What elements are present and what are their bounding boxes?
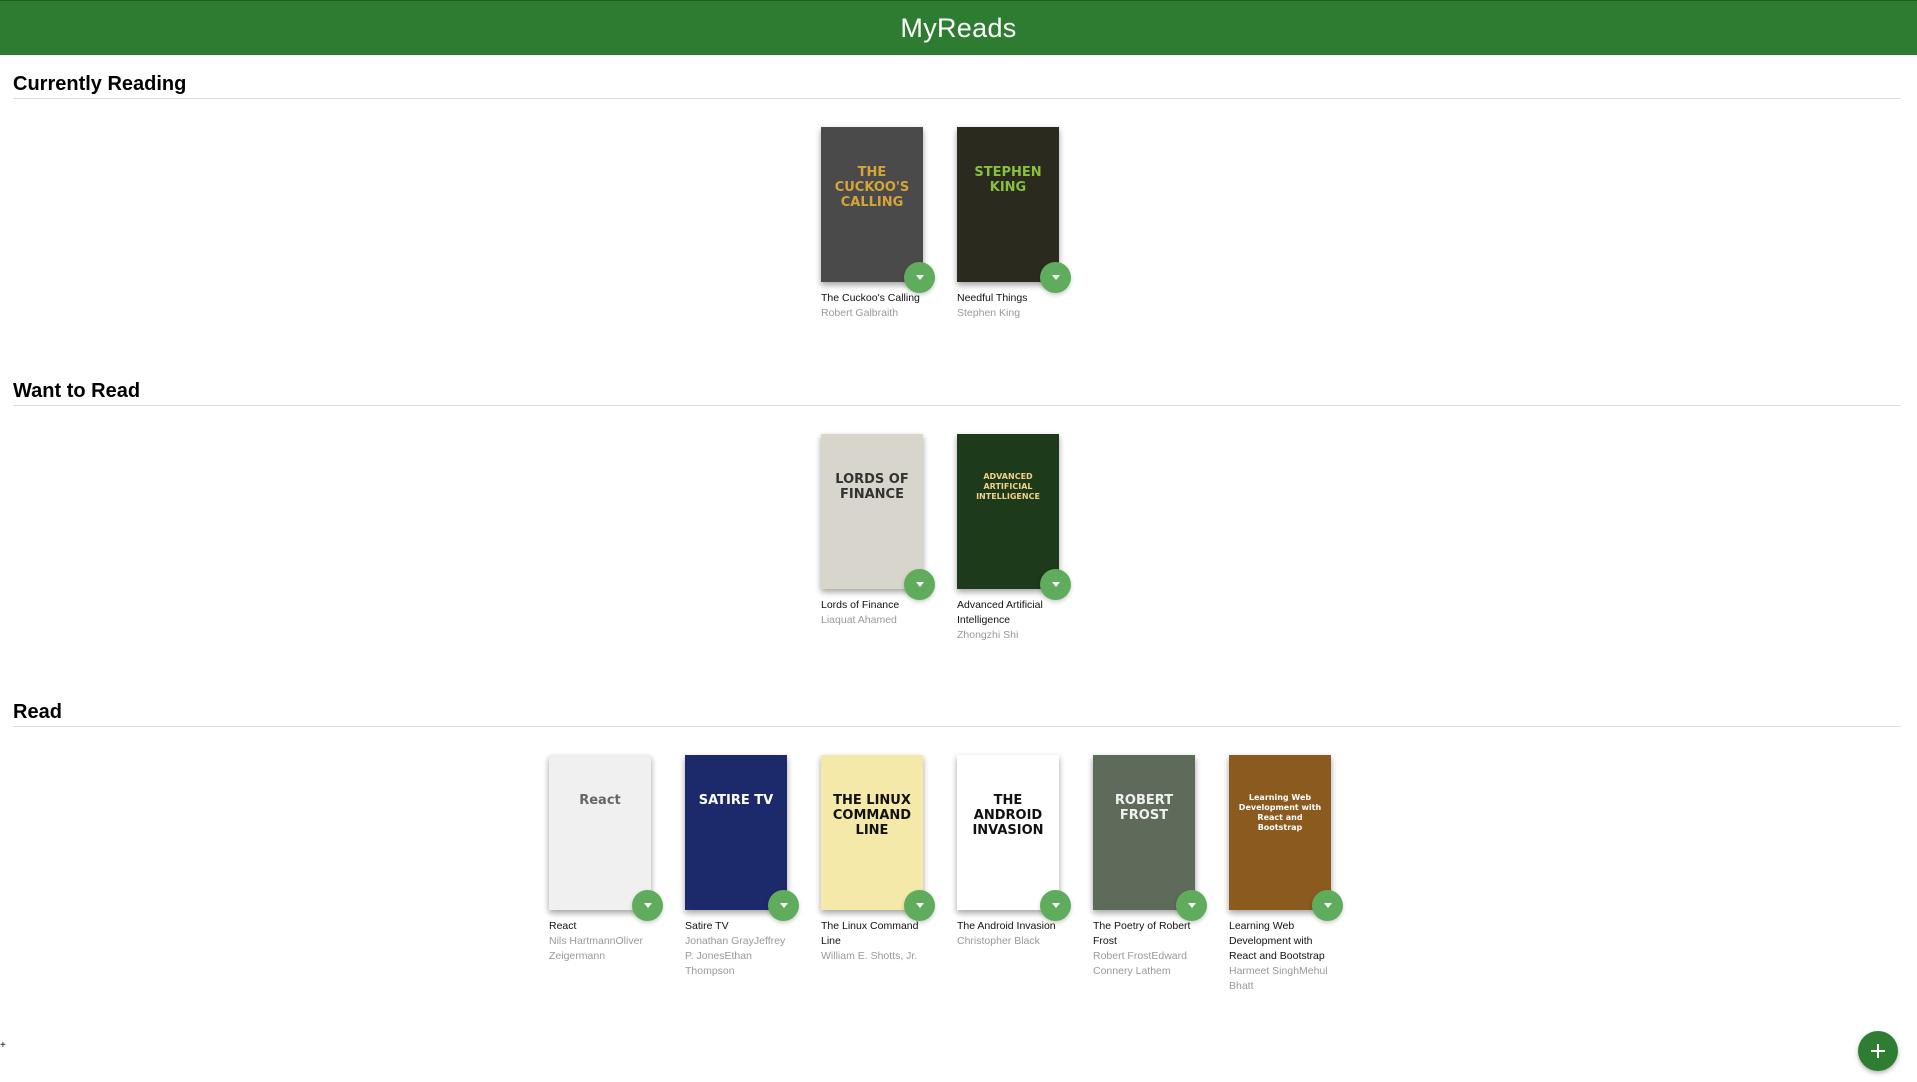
app-title: MyReads (900, 12, 1017, 43)
book-cover-title: React (579, 793, 621, 808)
book-card: ROBERT FROST The Poetry of Robert Frost Ro… (1093, 755, 1229, 994)
book-authors: Jonathan GrayJeffrey P. JonesEthan Thomp… (685, 935, 786, 977)
book-top: ROBERT FROST (1093, 755, 1207, 921)
book-cover-title: THE ANDROID INVASION (972, 793, 1044, 838)
book-title: Advanced Artificial Intelligence (957, 599, 1043, 626)
book-top: SATIRE TV (685, 755, 799, 921)
book-top: THE CUCKOO'S CALLING (821, 127, 935, 293)
book-cover: ADVANCED ARTIFICIAL INTELLIGENCE (957, 434, 1059, 589)
book-top: THE LINUX COMMAND LINE (821, 755, 935, 921)
book-cover-title: ADVANCED ARTIFICIAL INTELLIGENCE (976, 472, 1040, 501)
book-authors: Nils HartmannOliver Zeigermann (549, 935, 643, 962)
book-card: SATIRE TV Satire TV Jonathan GrayJeffrey P… (685, 755, 821, 994)
book-card: Learning Web Development with React and … (1229, 755, 1365, 994)
book-top: React (549, 755, 663, 921)
shelf-books: LORDS OF FINANCE Lords of Finance Liaquat … (13, 434, 1901, 643)
book-title: Needful Things (957, 292, 1028, 304)
book-cover: React (549, 755, 651, 910)
shelf-changer-button[interactable] (904, 890, 935, 921)
chevron-down-icon (915, 903, 924, 908)
book-card: STEPHEN KING Needful Things Stephen King (957, 127, 1093, 321)
book-cover-title: ROBERT FROST (1114, 793, 1174, 823)
chevron-down-icon (1051, 903, 1060, 908)
book-title: Lords of Finance (821, 599, 900, 611)
book-authors: Stephen King (957, 307, 1021, 319)
book-authors: Harmeet SinghMehul Bhatt (1229, 965, 1328, 992)
bookshelf-want-to-read: Want to Read LORDS OF FINANCE Lords of Fi… (13, 376, 1901, 643)
book-card: THE ANDROID INVASION The Android Invasion… (957, 755, 1093, 994)
book-top: ADVANCED ARTIFICIAL INTELLIGENCE (957, 434, 1071, 600)
chevron-down-icon (915, 275, 924, 280)
shelf-changer-button[interactable] (1040, 890, 1071, 921)
book-cover: LORDS OF FINANCE (821, 434, 923, 589)
book-title: The Android Invasion (957, 920, 1056, 932)
app-header: MyReads (0, 0, 1917, 55)
book-authors: Zhongzhi Shi (957, 629, 1019, 641)
book-cover: THE CUCKOO'S CALLING (821, 127, 923, 282)
shelf-changer-button[interactable] (904, 262, 935, 293)
shelf-books: React React Nils HartmannOliver Zeigermann… (13, 755, 1901, 994)
book-title: The Poetry of Robert Frost (1093, 920, 1191, 947)
book-cover: THE ANDROID INVASION (957, 755, 1059, 910)
chevron-down-icon (643, 903, 652, 908)
shelf-changer-button[interactable] (1312, 890, 1343, 921)
chevron-down-icon (1187, 903, 1196, 908)
chevron-down-icon (1051, 275, 1060, 280)
shelf-changer-button[interactable] (1040, 262, 1071, 293)
book-cover: Learning Web Development with React and … (1229, 755, 1331, 910)
book-authors: Liaquat Ahamed (821, 614, 897, 626)
book-cover: STEPHEN KING (957, 127, 1059, 282)
book-top: LORDS OF FINANCE (821, 434, 935, 600)
chevron-down-icon (1051, 582, 1060, 587)
shelf-changer-button[interactable] (904, 569, 935, 600)
book-cover-title: THE LINUX COMMAND LINE (832, 793, 912, 838)
book-top: Learning Web Development with React and … (1229, 755, 1343, 921)
book-title: Learning Web Development with React and … (1229, 920, 1325, 962)
shelf-changer-button[interactable] (632, 890, 663, 921)
book-cover: SATIRE TV (685, 755, 787, 910)
book-top: THE ANDROID INVASION (957, 755, 1071, 921)
book-authors: Christopher Black (957, 935, 1040, 947)
book-card: THE CUCKOO'S CALLING The Cuckoo's Calling… (821, 127, 957, 321)
cursor-mark: + (0, 1040, 6, 1051)
book-title: The Cuckoo's Calling (821, 292, 920, 304)
shelf-title: Read (13, 697, 1901, 727)
book-title: Satire TV (685, 920, 729, 932)
shelf-books: THE CUCKOO'S CALLING The Cuckoo's Calling… (13, 127, 1901, 321)
book-card: React React Nils HartmannOliver Zeigermann (549, 755, 685, 994)
shelf-changer-button[interactable] (1040, 569, 1071, 600)
book-cover-title: Learning Web Development with React and … (1238, 793, 1322, 832)
book-cover-title: LORDS OF FINANCE (835, 472, 909, 502)
book-cover-title: SATIRE TV (698, 793, 774, 808)
book-cover-title: THE CUCKOO'S CALLING (834, 165, 910, 210)
book-card: ADVANCED ARTIFICIAL INTELLIGENCE Advanced… (957, 434, 1093, 643)
bookshelf-currently-reading: Currently Reading THE CUCKOO'S CALLING Th… (13, 69, 1901, 321)
book-authors: William E. Shotts, Jr. (821, 950, 918, 962)
book-title: React (549, 920, 577, 932)
book-cover-title: STEPHEN KING (974, 165, 1042, 195)
book-authors: Robert Galbraith (821, 307, 899, 319)
shelf-title: Want to Read (13, 376, 1901, 406)
add-book-button[interactable] (1858, 1031, 1898, 1071)
book-card: LORDS OF FINANCE Lords of Finance Liaquat … (821, 434, 957, 643)
book-card: THE LINUX COMMAND LINE The Linux Command … (821, 755, 957, 994)
book-title: The Linux Command Line (821, 920, 919, 947)
plus-icon (1871, 1044, 1885, 1058)
book-cover: ROBERT FROST (1093, 755, 1195, 910)
book-cover: THE LINUX COMMAND LINE (821, 755, 923, 910)
chevron-down-icon (1323, 903, 1332, 908)
shelf-changer-button[interactable] (1176, 890, 1207, 921)
chevron-down-icon (915, 582, 924, 587)
book-top: STEPHEN KING (957, 127, 1071, 293)
shelf-title: Currently Reading (13, 69, 1901, 99)
book-authors: Robert FrostEdward Connery Lathem (1093, 950, 1187, 977)
shelf-changer-button[interactable] (768, 890, 799, 921)
bookshelf-read: Read React React Nils HartmannOliver Zeige… (13, 697, 1901, 994)
chevron-down-icon (779, 903, 788, 908)
